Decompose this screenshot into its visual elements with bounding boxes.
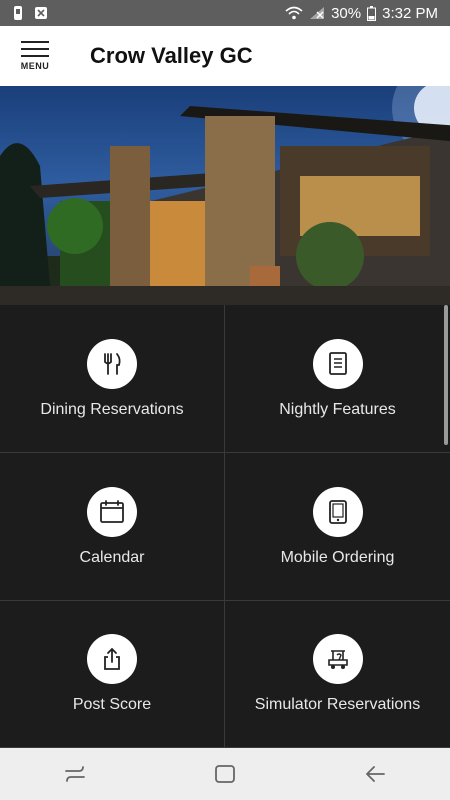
back-button[interactable] [345,754,405,794]
document-icon [312,338,363,389]
tablet-icon [312,486,363,537]
page-title: Crow Valley GC [90,43,253,68]
hamburger-icon [21,41,49,57]
tile-simulator-reservations[interactable]: Simulator Reservations [225,601,450,748]
home-icon [215,765,235,783]
tile-mobile-ordering[interactable]: Mobile Ordering [225,453,450,601]
utensils-icon [87,338,137,389]
tile-nightly-features[interactable]: Nightly Features [225,305,450,453]
menu-label: MENU [20,61,50,71]
battery-icon [367,5,377,21]
status-bar: 30% 3:32 PM [0,0,450,26]
tile-label: Mobile Ordering [280,548,395,566]
home-button[interactable] [195,754,255,794]
tile-label: Dining Reservations [40,400,184,418]
wifi-icon [285,6,303,20]
tile-calendar[interactable]: Calendar [0,453,225,601]
tile-label: Post Score [72,696,152,713]
recent-apps-icon [65,766,85,782]
menu-button[interactable]: MENU [0,26,70,86]
calendar-icon [87,486,137,537]
image-notification-icon [35,7,47,19]
recent-apps-button[interactable] [45,754,105,794]
clubhouse-hero-image [0,86,450,305]
tile-dining-reservations[interactable]: Dining Reservations [0,305,225,453]
app-header: MENU Crow Valley GC [0,26,450,86]
scrollbar[interactable] [444,305,448,445]
tile-label: Calendar [79,548,145,566]
tile-label: Nightly Features [279,400,396,418]
back-arrow-icon [366,766,385,782]
battery-percent: 30% [331,4,362,22]
share-icon [87,634,137,684]
tile-post-score[interactable]: Post Score [0,601,225,748]
system-nav-bar [0,748,450,800]
signal-icon [310,7,325,19]
status-time: 3:32 PM [382,4,438,22]
feature-grid: Dining Reservations Nightly Features Cal… [0,305,450,748]
golf-cart-icon [312,634,363,684]
tile-label: Simulator Reservations [254,696,421,713]
notification-icon [14,6,22,20]
